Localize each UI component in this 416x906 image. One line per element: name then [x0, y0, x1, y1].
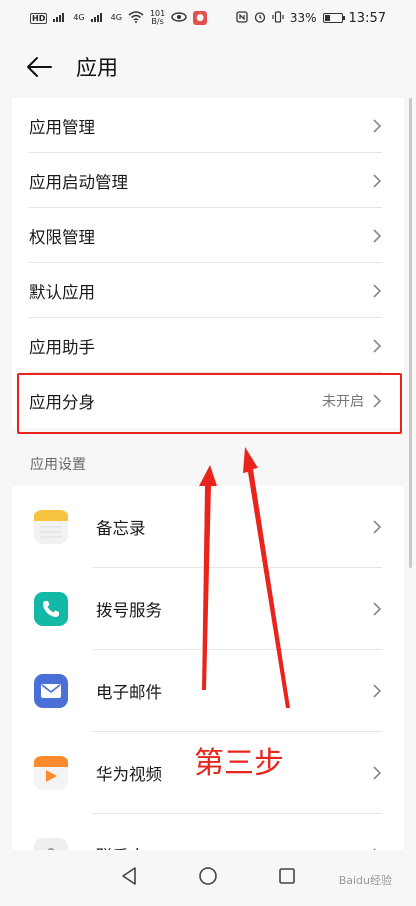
menu-item-app-management[interactable]: 应用管理 [12, 98, 404, 153]
network-4g-label-2: 4G [110, 13, 122, 22]
menu-item-label: 应用助手 [29, 337, 95, 357]
app-settings-list: 备忘录 拨号服务 电子邮件 华为视频 联系人 [12, 486, 404, 856]
section-title-app-settings: 应用设置 [30, 457, 86, 473]
net-speed: 101 B/s [149, 9, 166, 26]
app-item-label: 拨号服务 [96, 601, 162, 620]
menu-item-startup-management[interactable]: 应用启动管理 [12, 153, 404, 208]
menu-item-app-twin[interactable]: 应用分身 未开启 [12, 373, 404, 428]
menu-item-permission-management[interactable]: 权限管理 [12, 208, 404, 263]
step-annotation: 第三步 [194, 746, 284, 781]
menu-item-label: 应用启动管理 [29, 172, 128, 192]
back-arrow-icon[interactable] [26, 52, 56, 82]
app-item-label: 电子邮件 [96, 683, 162, 702]
chevron-right-icon [373, 520, 382, 534]
status-left: HD 4G 4G 101 B/s ● [30, 9, 208, 26]
nfc-icon [236, 10, 248, 26]
menu-item-app-assistant[interactable]: 应用助手 [12, 318, 404, 373]
back-nav-icon[interactable] [120, 866, 138, 890]
chevron-right-icon [373, 602, 382, 616]
eye-icon [171, 11, 187, 25]
battery-icon [322, 13, 345, 23]
chevron-right-icon [373, 684, 382, 698]
status-right: 33% 13:57 [236, 11, 386, 26]
hd-badge: HD [30, 12, 48, 24]
app-twin-status: 未开启 [322, 393, 364, 410]
app-item-email[interactable]: 电子邮件 [12, 650, 404, 732]
battery-percent: 33% [289, 11, 317, 25]
menu-item-label: 应用分身 [29, 392, 95, 412]
menu-item-label: 应用管理 [29, 117, 95, 137]
chevron-right-icon [373, 766, 382, 780]
status-bar: HD 4G 4G 101 B/s ● 33% 13:57 [0, 0, 416, 36]
chevron-right-icon [373, 118, 382, 133]
chevron-right-icon [373, 393, 382, 408]
chevron-right-icon [373, 338, 382, 353]
network-4g-label: 4G [73, 13, 85, 22]
home-nav-icon[interactable] [198, 866, 218, 890]
alarm-icon [254, 11, 266, 26]
recents-nav-icon[interactable] [278, 867, 296, 889]
phone-icon [34, 592, 68, 626]
wifi-icon [128, 10, 144, 26]
video-icon [34, 756, 68, 790]
vibrate-icon [272, 10, 284, 26]
app-menu-list: 应用管理 应用启动管理 权限管理 默认应用 应用助手 应用分身 未开启 [12, 98, 404, 428]
app-item-dialer[interactable]: 拨号服务 [12, 568, 404, 650]
watermark: Baidu经验 [338, 874, 392, 887]
app-item-notepad[interactable]: 备忘录 [12, 486, 404, 568]
notification-app-icon: ● [193, 11, 208, 25]
menu-item-default-apps[interactable]: 默认应用 [12, 263, 404, 318]
app-item-label: 备忘录 [96, 519, 146, 538]
chevron-right-icon [373, 173, 382, 188]
signal-icon [53, 12, 67, 24]
menu-item-label: 默认应用 [29, 282, 95, 302]
clock: 13:57 [348, 10, 386, 26]
chevron-right-icon [373, 283, 382, 298]
page-title: 应用 [76, 56, 118, 80]
scrollbar[interactable] [409, 98, 412, 568]
chevron-right-icon [373, 228, 382, 243]
app-bar: 应用 [0, 36, 416, 98]
menu-item-label: 权限管理 [29, 227, 95, 247]
mail-icon [34, 674, 68, 708]
signal-icon-2 [90, 12, 105, 24]
notepad-icon [34, 510, 68, 544]
